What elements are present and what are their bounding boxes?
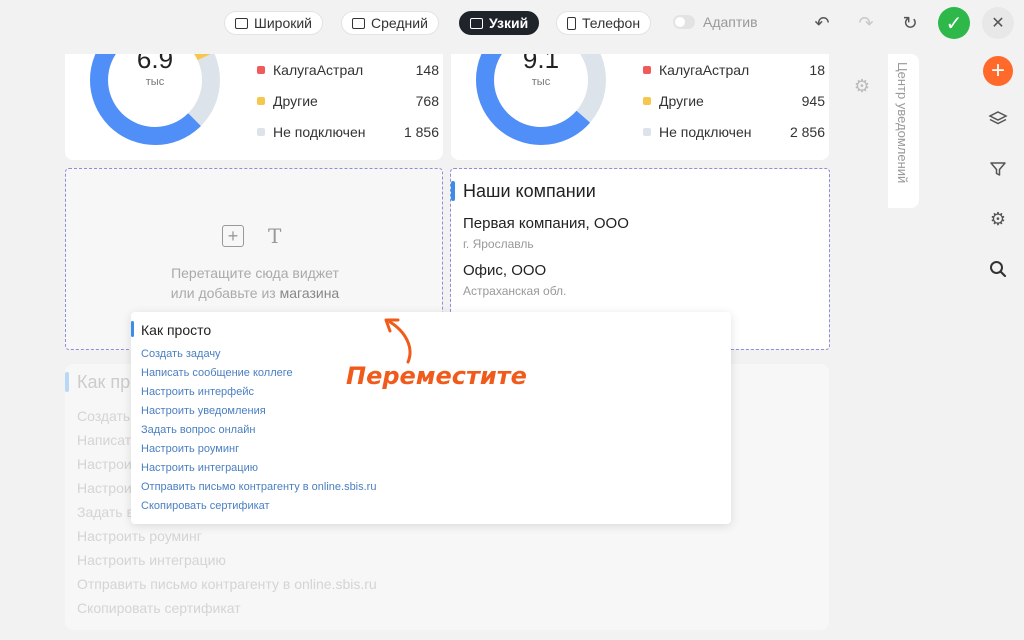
drop-zone-line2: или добавьте из магазина	[66, 283, 444, 303]
how-to-title: Как просто	[141, 322, 212, 338]
how-to-link[interactable]: Написать сообщение коллеге	[141, 364, 376, 383]
how-to-link[interactable]: Настроить интеграцию	[141, 459, 376, 478]
list-item: Отправить письмо контрагенту в online.sb…	[77, 576, 377, 592]
how-to-link[interactable]: Создать задачу	[141, 345, 376, 364]
legend-dot-red	[643, 65, 651, 74]
company-location: Астраханская обл.	[463, 284, 567, 298]
donut-value-right: 9.1	[522, 54, 560, 74]
legend-row: КалугаАстрал 18	[643, 54, 825, 85]
legend-label: КалугаАстрал	[273, 61, 364, 78]
legend-dot-red	[257, 65, 265, 74]
how-to-link[interactable]: Настроить уведомления	[141, 402, 376, 421]
legend-row: Не подключен 1 856	[257, 116, 439, 147]
add-icon[interactable]: +	[983, 56, 1013, 86]
hint-arrow-icon	[384, 318, 412, 364]
legend-row: Другие 768	[257, 85, 439, 116]
notification-center-label: Центр уведомлений	[895, 62, 910, 184]
how-to-widget-dragging[interactable]: Как просто Создать задачу Написать сообщ…	[131, 312, 731, 524]
laptop-icon	[352, 17, 365, 29]
legend-label: Не подключен	[659, 123, 752, 140]
companies-title: Наши компании	[463, 181, 596, 201]
drop-zone-text: Перетащите сюда виджет или добавьте из м…	[66, 263, 444, 303]
mode-narrow-button[interactable]: Узкий	[459, 11, 540, 35]
legend-value: 148	[415, 61, 439, 78]
list-item: Настроить роуминг	[77, 528, 202, 544]
phone-icon	[567, 16, 576, 30]
legend-dot-grey	[643, 127, 651, 136]
legend-value: 2 856	[789, 123, 825, 140]
mode-phone-label: Телефон	[582, 15, 641, 31]
right-rail	[976, 46, 1024, 640]
store-link[interactable]: магазина	[280, 285, 340, 301]
legend-row: Другие 945	[643, 85, 825, 116]
drop-zone-icons: + T	[222, 225, 281, 247]
undo-icon[interactable]: ↶	[809, 10, 835, 36]
mode-narrow-label: Узкий	[489, 15, 529, 31]
title-marker	[451, 181, 455, 201]
gear-icon[interactable]: ⚙	[850, 74, 874, 98]
mode-wide-button[interactable]: Широкий	[224, 11, 323, 35]
donut-value-left: 6.9	[136, 54, 174, 74]
legend-value: 945	[801, 92, 825, 109]
legend-value: 1 856	[403, 123, 439, 140]
list-item: Скопировать сертификат	[77, 600, 241, 616]
search-icon[interactable]	[985, 256, 1011, 282]
legend-value: 18	[809, 61, 825, 78]
adaptive-toggle[interactable]	[673, 15, 695, 29]
check-icon[interactable]: ✓	[938, 7, 970, 39]
legend-label: Другие	[273, 92, 318, 109]
notification-panel	[840, 54, 888, 640]
legend-right: КалугаАстрал 18 Другие 945 Не подключен …	[643, 54, 825, 147]
donut-card-left: 6.9 тыс КалугаАстрал 148 Другие 768 Не п…	[65, 54, 443, 160]
layers-icon[interactable]	[985, 106, 1011, 132]
how-to-link[interactable]: Задать вопрос онлайн	[141, 421, 376, 440]
move-hint: Переместите	[346, 362, 527, 390]
mode-phone-button[interactable]: Телефон	[556, 11, 652, 35]
legend-dot-yellow	[257, 96, 265, 105]
tablet-icon	[470, 17, 483, 29]
legend-label: Не подключен	[273, 123, 366, 140]
filter-icon[interactable]	[985, 156, 1011, 182]
donut-unit-left: тыс	[145, 76, 165, 88]
company-name[interactable]: Офис, ООО	[463, 262, 546, 279]
company-location: г. Ярославль	[463, 237, 534, 251]
monitor-icon	[235, 17, 248, 29]
drop-zone-line2-text: или добавьте из	[170, 285, 276, 301]
adaptive-label: Адаптив	[703, 14, 758, 30]
mode-medium-label: Средний	[371, 15, 428, 31]
list-item: Настроить интеграцию	[77, 552, 226, 568]
mode-medium-button[interactable]: Средний	[341, 11, 439, 35]
drop-zone-line1: Перетащите сюда виджет	[171, 265, 339, 281]
add-widget-icon[interactable]: +	[222, 225, 244, 247]
how-to-link[interactable]: Настроить роуминг	[141, 440, 376, 459]
top-toolbar: Широкий Средний Узкий Телефон Адаптив ↶ …	[0, 0, 1024, 46]
legend-label: КалугаАстрал	[659, 61, 750, 78]
title-marker	[131, 321, 134, 337]
legend-dot-grey	[257, 127, 265, 136]
settings-icon[interactable]: ⚙	[985, 206, 1011, 232]
close-icon[interactable]: ✕	[982, 7, 1014, 39]
how-to-link[interactable]: Скопировать сертификат	[141, 497, 376, 516]
legend-value: 768	[415, 92, 439, 109]
company-name[interactable]: Первая компания, ООО	[463, 215, 629, 232]
how-to-link[interactable]: Отправить письмо контрагенту в online.sb…	[141, 478, 376, 497]
how-to-link[interactable]: Настроить интерфейс	[141, 383, 376, 402]
text-widget-icon[interactable]: T	[268, 225, 281, 247]
how-to-list: Создать задачу Написать сообщение коллег…	[141, 345, 376, 516]
donut-unit-right: тыс	[531, 76, 551, 88]
legend-label: Другие	[659, 92, 704, 109]
legend-row: Не подключен 2 856	[643, 116, 825, 147]
redo-icon[interactable]: ↷	[853, 10, 879, 36]
mode-wide-label: Широкий	[254, 15, 312, 31]
legend-dot-yellow	[643, 96, 651, 105]
refresh-icon[interactable]: ↻	[897, 10, 923, 36]
donut-card-right: 9.1 тыс КалугаАстрал 18 Другие 945 Не по…	[451, 54, 829, 160]
legend-left: КалугаАстрал 148 Другие 768 Не подключен…	[257, 54, 439, 147]
title-marker	[65, 372, 69, 392]
legend-row: КалугаАстрал 148	[257, 54, 439, 85]
